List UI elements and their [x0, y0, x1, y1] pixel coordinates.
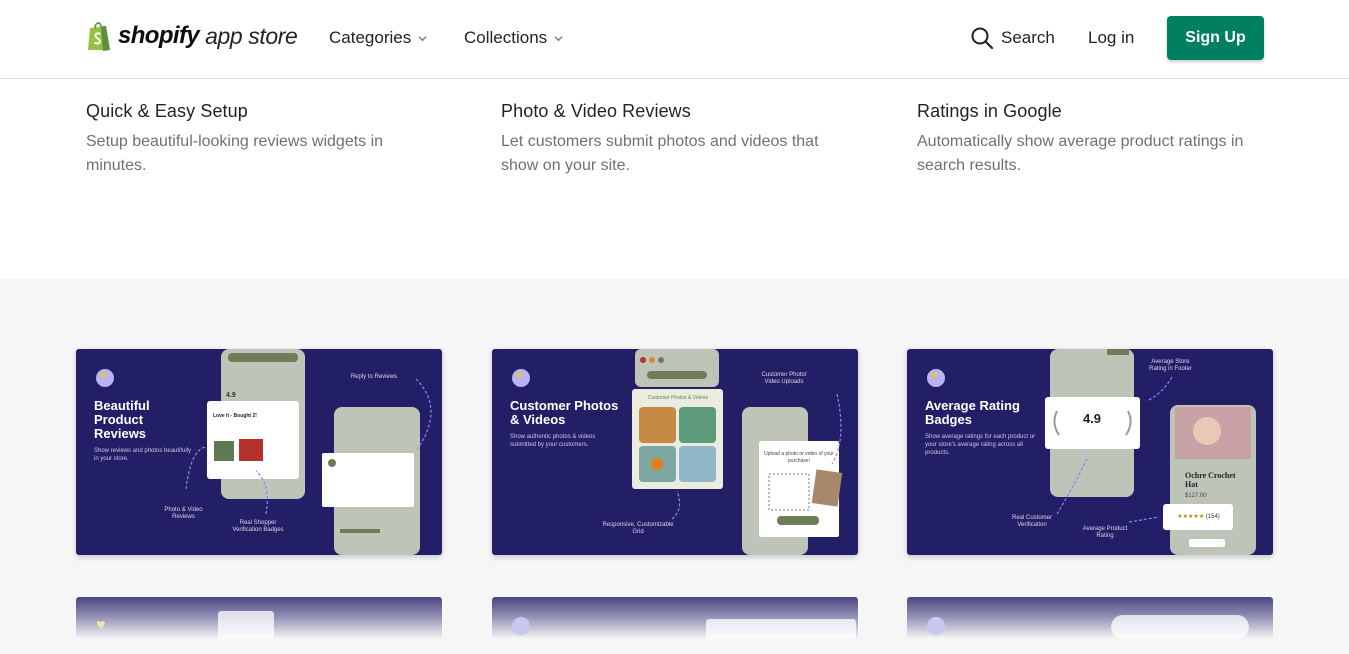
mock-rating: 4.9: [226, 392, 236, 399]
app-heart-icon: [927, 617, 945, 635]
feature-title: Photo & Video Reviews: [501, 101, 691, 121]
site-header: shopify app store Categories Collections…: [0, 0, 1349, 79]
mock-review-title: Love it - Bought 2!: [213, 413, 257, 419]
feature-ratings-google: Ratings in Google Automatically show ave…: [917, 101, 1257, 178]
screenshot-customer-photos[interactable]: Customer Photos & Videos Show authentic …: [492, 349, 858, 555]
feature-description: Setup beautiful-looking reviews widgets …: [86, 133, 384, 174]
screenshot-row2-1[interactable]: ♥: [76, 597, 442, 639]
search-label: Search: [1001, 28, 1055, 47]
mock-product-name: Ochre Crochet Hat: [1185, 471, 1236, 489]
annotation-reply: Reply to Reviews: [350, 374, 398, 380]
signup-button[interactable]: Sign Up: [1167, 16, 1264, 60]
nav-categories-label: Categories: [329, 28, 412, 47]
mock-product-price: $127.00: [1185, 493, 1207, 499]
annotation-verification: Real Shopper Verification Badges: [232, 520, 284, 533]
search-button[interactable]: Search: [970, 26, 1055, 50]
search-icon: [971, 27, 994, 50]
annotation-uploads: Customer Photo/ Video Uploads: [761, 372, 807, 385]
feature-quick-setup: Quick & Easy Setup Setup beautiful-looki…: [86, 101, 426, 178]
nav-collections[interactable]: Collections: [464, 28, 563, 48]
feature-photo-video: Photo & Video Reviews Let customers subm…: [501, 101, 841, 178]
mock-widget: [218, 611, 274, 639]
app-heart-icon: [512, 617, 530, 635]
screenshot-rating-badges[interactable]: Average Rating Badges Show average ratin…: [907, 349, 1273, 555]
heart-icon: ♥: [96, 617, 106, 634]
annotation-store-rating: Average Store Rating in Footer: [1149, 359, 1192, 372]
nav-categories[interactable]: Categories: [329, 28, 427, 48]
mock-widget: [706, 619, 856, 639]
shopify-bag-icon: [88, 22, 110, 51]
nav-collections-label: Collections: [464, 28, 548, 47]
mock-panel-title: Customer Photos & Videos: [648, 395, 708, 401]
shopify-app-store-logo[interactable]: shopify app store: [86, 19, 298, 53]
mock-review-count: ★★★★★ (154): [1177, 514, 1220, 520]
feature-description: Let customers submit photos and videos t…: [501, 133, 819, 174]
annotation-photo-video: Photo & Video Reviews: [164, 507, 203, 520]
mock-search-widget: [1111, 615, 1249, 639]
logo-subtitle: app store: [205, 22, 298, 49]
login-link[interactable]: Log in: [1088, 28, 1134, 48]
feature-title: Ratings in Google: [917, 101, 1062, 121]
review-count: (154): [1205, 514, 1220, 520]
chevron-down-icon: [554, 35, 563, 41]
annotation-grid: Responsive, Customizable Grid: [602, 522, 674, 535]
annotation-verification: Real Customer Verification: [1011, 515, 1052, 528]
annotation-product-rating: Average Product Rating: [1082, 526, 1128, 539]
chevron-down-icon: [418, 35, 427, 41]
mock-average-rating: 4.9: [1082, 411, 1102, 426]
screenshot-gallery: Beautiful Product Reviews Show reviews a…: [0, 279, 1349, 654]
screenshot-row2-3[interactable]: [907, 597, 1273, 639]
feature-description: Automatically show average product ratin…: [917, 133, 1244, 174]
mock-upload-text: Upload a photo or video of your purchase…: [764, 451, 834, 464]
feature-title: Quick & Easy Setup: [86, 101, 248, 121]
badges-mockup-graphic: [1045, 349, 1256, 555]
logo-wordmark: shopify: [118, 22, 200, 49]
screenshot-row2-2[interactable]: [492, 597, 858, 639]
screenshot-beautiful-reviews[interactable]: Beautiful Product Reviews Show reviews a…: [76, 349, 442, 555]
